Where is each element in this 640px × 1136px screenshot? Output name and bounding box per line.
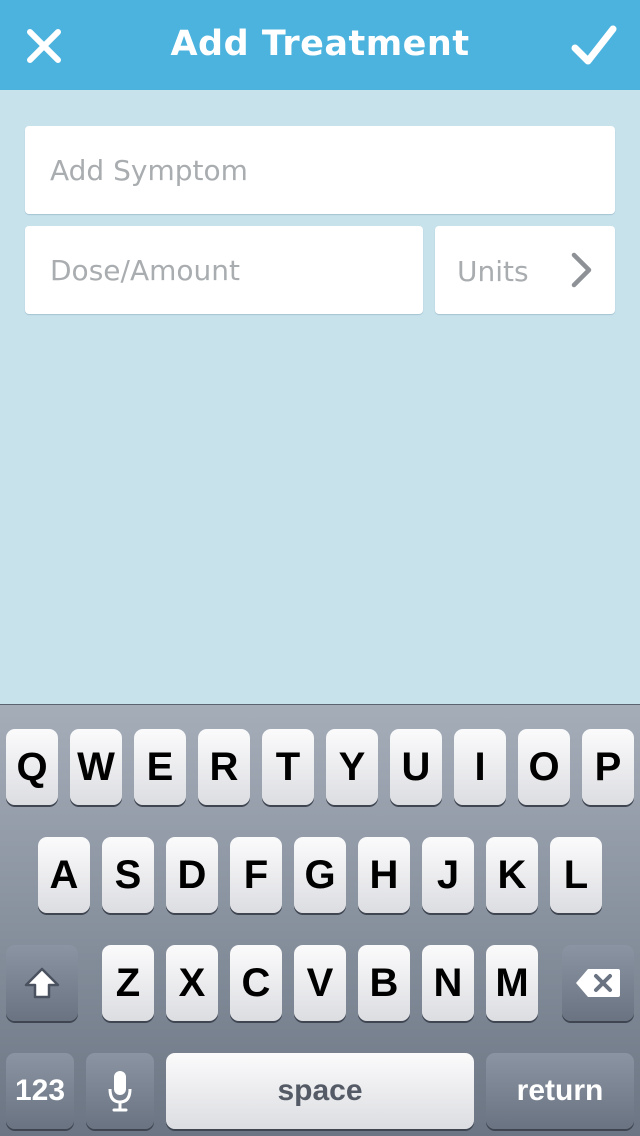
symptom-field[interactable]: [25, 126, 615, 214]
key-w[interactable]: W: [70, 729, 122, 805]
delete-key[interactable]: [562, 945, 634, 1021]
shift-icon: [24, 967, 60, 999]
symptom-input[interactable]: [25, 126, 615, 214]
numbers-key[interactable]: 123: [6, 1053, 74, 1129]
dose-field[interactable]: [25, 226, 423, 314]
dictation-key[interactable]: [86, 1053, 154, 1129]
key-m[interactable]: M: [486, 945, 538, 1021]
return-key[interactable]: return: [486, 1053, 634, 1129]
confirm-button[interactable]: [568, 20, 620, 72]
chevron-right-icon: [571, 252, 592, 288]
key-t[interactable]: T: [262, 729, 314, 805]
nav-header: Add Treatment: [0, 0, 640, 90]
key-l[interactable]: L: [550, 837, 602, 913]
microphone-icon: [108, 1071, 132, 1112]
key-s[interactable]: S: [102, 837, 154, 913]
key-h[interactable]: H: [358, 837, 410, 913]
key-v[interactable]: V: [294, 945, 346, 1021]
key-c[interactable]: C: [230, 945, 282, 1021]
key-g[interactable]: G: [294, 837, 346, 913]
key-y[interactable]: Y: [326, 729, 378, 805]
page-title: Add Treatment: [170, 24, 470, 64]
units-label: Units: [457, 255, 529, 288]
key-e[interactable]: E: [134, 729, 186, 805]
key-o[interactable]: O: [518, 729, 570, 805]
key-x[interactable]: X: [166, 945, 218, 1021]
key-k[interactable]: K: [486, 837, 538, 913]
key-u[interactable]: U: [390, 729, 442, 805]
key-z[interactable]: Z: [102, 945, 154, 1021]
key-i[interactable]: I: [454, 729, 506, 805]
key-n[interactable]: N: [422, 945, 474, 1021]
key-p[interactable]: P: [582, 729, 634, 805]
units-selector[interactable]: Units: [435, 226, 615, 314]
key-q[interactable]: Q: [6, 729, 58, 805]
dose-input[interactable]: [25, 226, 423, 314]
key-f[interactable]: F: [230, 837, 282, 913]
backspace-icon: [576, 969, 620, 997]
key-d[interactable]: D: [166, 837, 218, 913]
key-r[interactable]: R: [198, 729, 250, 805]
shift-key[interactable]: [6, 945, 78, 1021]
key-b[interactable]: B: [358, 945, 410, 1021]
checkmark-icon: [571, 25, 617, 65]
key-j[interactable]: J: [422, 837, 474, 913]
space-key[interactable]: space: [166, 1053, 474, 1129]
keyboard: Q W E R T Y U I O P A S D F G H J K L Z …: [0, 704, 640, 1136]
key-a[interactable]: A: [38, 837, 90, 913]
